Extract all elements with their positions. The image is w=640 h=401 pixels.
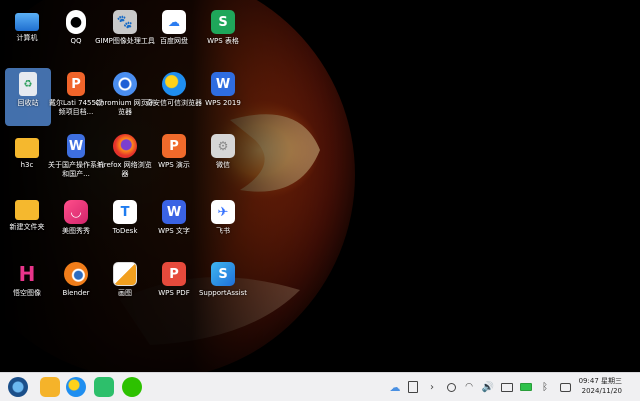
blender-icon (64, 262, 88, 286)
keyboard-icon[interactable] (500, 380, 514, 394)
bluetooth-icon[interactable]: ᛒ (538, 380, 552, 394)
desktop-icon-domestic-os-doc[interactable]: W 关于国产操作系统和国产... (48, 130, 104, 188)
taskbar: ☁ › ◠ 🔊 ᛒ 09:47 星期三 2024/11/20 (0, 372, 640, 401)
computer-icon (15, 13, 39, 31)
desktop-icon-dell-video-doc[interactable]: P 戴尔Lati 7455视频项目档... (49, 68, 103, 126)
supportassist-icon: S (211, 262, 235, 286)
volume-icon[interactable]: 🔊 (481, 380, 495, 394)
desktop-icon-feishu[interactable]: ✈ 飞书 (200, 196, 246, 254)
qq-icon: ● (66, 10, 86, 34)
desktop-icon-gimp[interactable]: 🐾 GIMP图像处理工具 (95, 6, 155, 64)
wechat-icon[interactable] (122, 377, 142, 397)
desktop-icon-chromium[interactable]: Chromium 网页浏览器 (95, 68, 155, 126)
wechat-icon: ⚙ (211, 134, 235, 158)
battery-icon[interactable] (519, 380, 533, 394)
wps-2019-icon: W (211, 72, 235, 96)
baidu-netdisk-icon: ☁ (162, 10, 186, 34)
desktop-icon-wps-2019[interactable]: W WPS 2019 (200, 68, 246, 126)
clock-time: 09:47 星期三 (578, 377, 622, 385)
desktop-icon-wps-pdf[interactable]: P WPS PDF (151, 258, 197, 316)
todesk-icon: T (113, 200, 137, 224)
search-icon[interactable] (444, 380, 458, 394)
wukong-image-icon: H (18, 262, 36, 286)
recycle-bin-icon: ♻ (19, 72, 37, 96)
folder-icon (15, 138, 39, 158)
folder-icon (15, 200, 39, 220)
firefox-icon (113, 134, 137, 158)
desktop: 计算机 ♻ 回收站 h3c 新建文件夹 H 悟空图像 ● QQ P 戴尔Lati… (0, 0, 640, 372)
desktop-icon-supportassist[interactable]: S SupportAssist (199, 258, 247, 316)
desktop-icon-qq[interactable]: ● QQ (53, 6, 99, 64)
desktop-icon-recycle-bin[interactable]: ♻ 回收站 (5, 68, 51, 126)
desktop-icon-wechat[interactable]: ⚙ 微信 (200, 130, 246, 188)
app-store-icon[interactable] (94, 377, 114, 397)
desktop-icon-h3c[interactable]: h3c (4, 134, 50, 192)
desktop-icon-qianxin-browser[interactable]: 奇安信可信浏览器 (146, 68, 202, 126)
meitu-icon: ◡ (64, 200, 88, 224)
wps-pdf-icon: P (162, 262, 186, 286)
desktop-icon-todesk[interactable]: T ToDesk (102, 196, 148, 254)
desktop-icon-meitu[interactable]: ◡ 美图秀秀 (53, 196, 99, 254)
chromium-icon (113, 72, 137, 96)
desktop-icon-computer[interactable]: 计算机 (4, 6, 50, 64)
browser-icon[interactable] (66, 377, 86, 397)
desktop-icon-firefox[interactable]: Firefox 网络浏览器 (98, 130, 152, 188)
wps-doc-file-icon: W (67, 134, 85, 158)
wps-sheet-icon: S (211, 10, 235, 34)
desktop-icon-wukong-image[interactable]: H 悟空图像 (4, 258, 50, 316)
feishu-icon: ✈ (211, 200, 235, 224)
clock[interactable]: 09:47 星期三 2024/11/20 (579, 376, 622, 396)
file-manager-icon[interactable] (40, 377, 60, 397)
wps-pdf-file-icon: P (67, 72, 85, 96)
notification-icon[interactable] (558, 380, 572, 394)
desktop-icon-blender[interactable]: Blender (53, 258, 99, 316)
desktop-icon-new-folder[interactable]: 新建文件夹 (4, 196, 50, 254)
desktop-icon-paint[interactable]: 画图 (102, 258, 148, 316)
desktop-icon-baidu-netdisk[interactable]: ☁ 百度网盘 (151, 6, 197, 64)
chevron-right-icon[interactable]: › (425, 380, 439, 394)
clipboard-icon[interactable] (406, 380, 420, 394)
clock-date: 2024/11/20 (581, 387, 622, 395)
wps-presentation-icon: P (162, 134, 186, 158)
paint-icon (113, 262, 137, 286)
desktop-icon-wps-writer[interactable]: W WPS 文字 (151, 196, 197, 254)
wps-writer-icon: W (162, 200, 186, 224)
launcher-icon[interactable] (8, 377, 28, 397)
cloud-icon[interactable]: ☁ (388, 380, 402, 394)
wifi-icon[interactable]: ◠ (462, 380, 476, 394)
gimp-icon: 🐾 (113, 10, 137, 34)
desktop-icon-wps-sheet[interactable]: S WPS 表格 (200, 6, 246, 64)
qianxin-browser-icon (162, 72, 186, 96)
desktop-icon-wps-presentation[interactable]: P WPS 演示 (151, 130, 197, 188)
